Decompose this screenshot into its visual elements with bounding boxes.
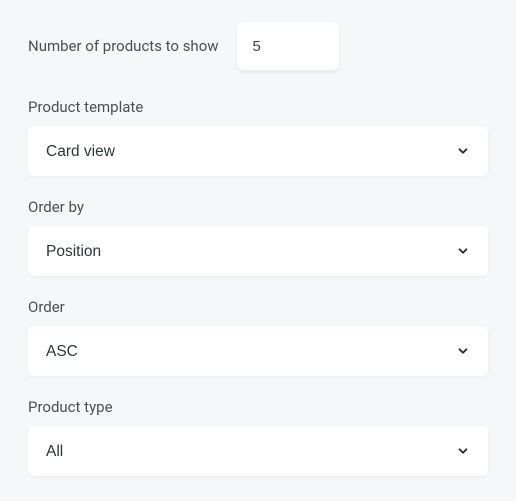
- number-of-products-row: Number of products to show: [28, 22, 488, 70]
- product-template-select-wrap: Card view: [28, 126, 488, 176]
- order-by-select[interactable]: Position: [28, 226, 488, 276]
- order-by-label: Order by: [28, 198, 488, 216]
- number-of-products-label: Number of products to show: [28, 37, 219, 55]
- order-group: Order ASC: [28, 298, 488, 376]
- product-template-label: Product template: [28, 98, 488, 116]
- product-type-group: Product type All: [28, 398, 488, 476]
- product-type-select-wrap: All: [28, 426, 488, 476]
- order-label: Order: [28, 298, 488, 316]
- product-template-select[interactable]: Card view: [28, 126, 488, 176]
- order-select[interactable]: ASC: [28, 326, 488, 376]
- number-of-products-input[interactable]: [237, 22, 339, 70]
- product-template-group: Product template Card view: [28, 98, 488, 176]
- product-type-label: Product type: [28, 398, 488, 416]
- product-type-select[interactable]: All: [28, 426, 488, 476]
- order-by-group: Order by Position: [28, 198, 488, 276]
- order-select-wrap: ASC: [28, 326, 488, 376]
- order-by-select-wrap: Position: [28, 226, 488, 276]
